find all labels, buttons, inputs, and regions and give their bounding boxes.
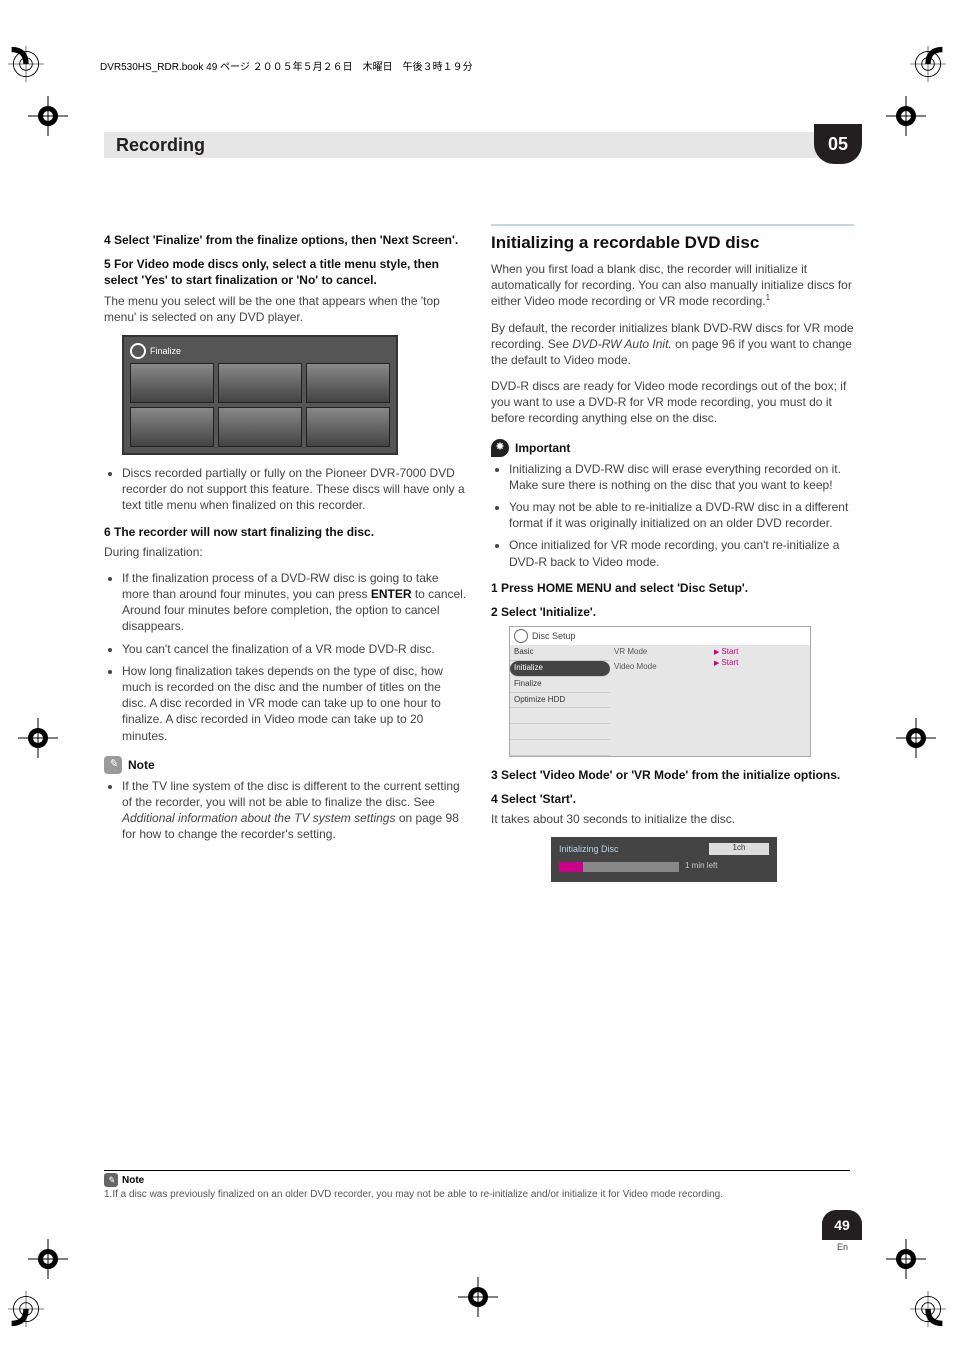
- finalize-preview-title: Finalize: [150, 345, 181, 357]
- page-number: 49: [822, 1210, 862, 1240]
- registration-mark-icon: [8, 46, 44, 82]
- footnote-label: Note: [122, 1175, 144, 1186]
- crop-mark-icon: [458, 1277, 498, 1317]
- title-style-thumb: [306, 363, 390, 403]
- section-bar: Recording: [104, 132, 854, 158]
- step-5-heading: 5 For Video mode discs only, select a ti…: [104, 256, 467, 288]
- menu-side-item: Optimize HDD: [510, 693, 610, 709]
- crop-mark-icon: [18, 718, 58, 758]
- important-erase: Initializing a DVD-RW disc will erase ev…: [509, 461, 854, 493]
- title-style-thumb: [306, 407, 390, 447]
- title-style-thumb: [218, 363, 302, 403]
- progress-bar: [559, 862, 679, 872]
- right-p1: When you first load a blank disc, the re…: [491, 261, 854, 310]
- page-lang: En: [837, 1242, 848, 1252]
- init-title: Initializing Disc: [559, 843, 619, 855]
- menu-title: Disc Setup: [532, 630, 576, 642]
- registration-mark-icon: [910, 46, 946, 82]
- note-icon: ✎: [104, 756, 122, 774]
- step-4-heading: 4 Select 'Finalize' from the finalize op…: [104, 232, 467, 248]
- important-label: Important: [515, 440, 570, 456]
- progress-fill: [559, 862, 583, 872]
- crop-mark-icon: [896, 718, 936, 758]
- menu-side-item: Basic: [510, 645, 610, 661]
- right-step4-body: It takes about 30 seconds to initialize …: [491, 811, 854, 827]
- menu-side-item: [510, 724, 610, 740]
- menu-sidebar: Basic Initialize Finalize Optimize HDD: [510, 645, 610, 756]
- right-step3: 3 Select 'Video Mode' or 'VR Mode' from …: [491, 767, 854, 783]
- right-step1: 1 Press HOME MENU and select 'Disc Setup…: [491, 580, 854, 596]
- footnote-ref: 1: [766, 293, 770, 302]
- footnote-text: 1.If a disc was previously finalized on …: [104, 1189, 850, 1200]
- right-p3: DVD-R discs are ready for Video mode rec…: [491, 378, 854, 427]
- crop-mark-icon: [28, 1239, 68, 1279]
- crop-mark-icon: [886, 96, 926, 136]
- crop-mark-icon: [28, 96, 68, 136]
- bullet-cancel-enter: If the finalization process of a DVD-RW …: [122, 570, 467, 635]
- left-column: 4 Select 'Finalize' from the finalize op…: [104, 224, 467, 882]
- doc-header-line: DVR530HS_RDR.book 49 ページ ２００５年５月２６日 木曜日 …: [100, 58, 473, 73]
- menu-mid-item: VR Mode: [610, 645, 710, 660]
- registration-mark-icon: [910, 1291, 946, 1327]
- important-icon: ✸: [491, 439, 509, 457]
- menu-side-item-selected: Initialize: [510, 661, 610, 677]
- menu-start: Start: [714, 647, 806, 658]
- note-icon: ✎: [104, 1173, 118, 1187]
- menu-side-item: [510, 740, 610, 756]
- progress-time: 1 min left: [685, 861, 717, 872]
- init-channel: 1ch: [709, 843, 769, 855]
- disc-icon: [514, 629, 528, 643]
- menu-actions: Start Start: [710, 645, 810, 756]
- right-heading: Initializing a recordable DVD disc: [491, 224, 854, 255]
- right-p2: By default, the recorder initializes bla…: [491, 320, 854, 369]
- section-number-badge: 05: [814, 124, 862, 164]
- bullet-vr-dvd-r: You can't cancel the finalization of a V…: [122, 641, 467, 657]
- crop-mark-icon: [886, 1239, 926, 1279]
- note-em: Additional information about the TV syst…: [122, 811, 395, 825]
- menu-mid-item: Video Mode: [610, 660, 710, 675]
- note-label: Note: [128, 757, 155, 773]
- right-p2-em: DVD-RW Auto Init.: [572, 337, 671, 351]
- disc-icon: [130, 343, 146, 359]
- note-text: If the TV line system of the disc is dif…: [122, 779, 460, 809]
- right-step2: 2 Select 'Initialize'.: [491, 604, 854, 620]
- menu-side-item: [510, 708, 610, 724]
- bullet-dvr7000: Discs recorded partially or fully on the…: [122, 465, 467, 514]
- step-6-intro: During finalization:: [104, 544, 467, 560]
- right-column: Initializing a recordable DVD disc When …: [491, 224, 854, 882]
- enter-key-label: ENTER: [371, 587, 412, 601]
- title-style-thumb: [130, 363, 214, 403]
- step-6-heading: 6 The recorder will now start finalizing…: [104, 524, 467, 540]
- important-dvdr: Once initialized for VR mode recording, …: [509, 537, 854, 569]
- right-p1-text: When you first load a blank disc, the re…: [491, 262, 852, 308]
- title-style-thumb: [218, 407, 302, 447]
- finalize-preview: Finalize: [122, 335, 398, 455]
- menu-start: Start: [714, 658, 806, 669]
- title-style-thumb: [130, 407, 214, 447]
- disc-setup-menu: Disc Setup Basic Initialize Finalize Opt…: [509, 626, 811, 757]
- note-tv-line: If the TV line system of the disc is dif…: [122, 778, 467, 843]
- important-reinit: You may not be able to re-initialize a D…: [509, 499, 854, 531]
- menu-mid: VR Mode Video Mode: [610, 645, 710, 756]
- right-step4: 4 Select 'Start'.: [491, 791, 854, 807]
- section-title: Recording: [104, 135, 205, 156]
- menu-side-item: Finalize: [510, 677, 610, 693]
- bullet-duration: How long finalization takes depends on t…: [122, 663, 467, 744]
- initializing-dialog: Initializing Disc 1ch 1 min left: [551, 837, 777, 882]
- footnote-block: ✎ Note 1.If a disc was previously finali…: [104, 1170, 850, 1200]
- registration-mark-icon: [8, 1291, 44, 1327]
- step-5-body: The menu you select will be the one that…: [104, 293, 467, 325]
